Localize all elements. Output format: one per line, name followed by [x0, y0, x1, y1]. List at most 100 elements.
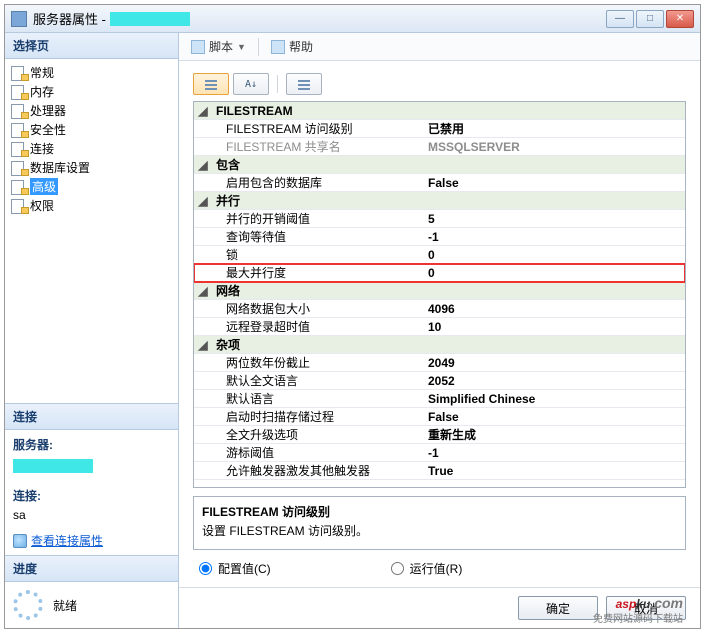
configured-value-radio[interactable]: 配置值(C): [199, 560, 271, 577]
property-key: 网络: [212, 282, 422, 299]
property-row[interactable]: 锁0: [194, 246, 685, 264]
expand-icon: ◢: [194, 194, 212, 208]
property-key: FILESTREAM 访问级别: [212, 120, 422, 137]
property-value[interactable]: False: [422, 410, 685, 424]
description-body: 设置 FILESTREAM 访问级别。: [202, 522, 677, 539]
property-value[interactable]: 2052: [422, 374, 685, 388]
property-row[interactable]: 启用包含的数据库False: [194, 174, 685, 192]
property-value[interactable]: -1: [422, 230, 685, 244]
property-category[interactable]: ◢杂项: [194, 336, 685, 354]
title-text: 服务器属性 -: [33, 9, 106, 28]
toolbar: 脚本 ▼ 帮助: [179, 33, 700, 61]
property-row[interactable]: 并行的开销阈值5: [194, 210, 685, 228]
connection-label: 连接:: [13, 487, 170, 504]
property-key: 并行: [212, 192, 422, 209]
minimize-button[interactable]: —: [606, 10, 634, 28]
page-icon: [11, 104, 27, 118]
page-icon: [11, 142, 27, 156]
property-category[interactable]: ◢并行: [194, 192, 685, 210]
property-grid[interactable]: ◢FILESTREAMFILESTREAM 访问级别已禁用FILESTREAM …: [193, 101, 686, 488]
property-value[interactable]: Simplified Chinese: [422, 392, 685, 406]
property-row[interactable]: FILESTREAM 共享名MSSQLSERVER: [194, 138, 685, 156]
property-key: 默认全文语言: [212, 372, 422, 389]
property-key: 默认语言: [212, 390, 422, 407]
property-row[interactable]: 查询等待值-1: [194, 228, 685, 246]
property-row[interactable]: 全文升级选项重新生成: [194, 426, 685, 444]
property-key: 游标阈值: [212, 444, 422, 461]
property-value[interactable]: -1: [422, 446, 685, 460]
script-button[interactable]: 脚本 ▼: [187, 36, 250, 57]
description-title: FILESTREAM 访问级别: [202, 503, 677, 520]
property-value[interactable]: 0: [422, 248, 685, 262]
sidebar-item-内存[interactable]: 内存: [7, 82, 176, 101]
property-row[interactable]: 默认语言Simplified Chinese: [194, 390, 685, 408]
progress-ring-icon: [13, 590, 43, 620]
property-row[interactable]: FILESTREAM 访问级别已禁用: [194, 120, 685, 138]
property-value[interactable]: 已禁用: [422, 120, 685, 137]
maximize-button[interactable]: □: [636, 10, 664, 28]
expand-icon: ◢: [194, 284, 212, 298]
property-value[interactable]: 4096: [422, 302, 685, 316]
property-row[interactable]: 两位数年份截止2049: [194, 354, 685, 372]
property-row[interactable]: 最大并行度0: [194, 264, 685, 282]
property-key: 杂项: [212, 336, 422, 353]
sidebar-item-连接[interactable]: 连接: [7, 139, 176, 158]
categorized-button[interactable]: [193, 73, 229, 95]
property-value[interactable]: 10: [422, 320, 685, 334]
progress-status: 就绪: [53, 597, 77, 614]
server-label: 服务器:: [13, 436, 170, 453]
categorized-icon: [205, 78, 217, 90]
expand-icon: ◢: [194, 338, 212, 352]
ok-button[interactable]: 确定: [518, 596, 598, 620]
properties-button[interactable]: [286, 73, 322, 95]
property-value[interactable]: False: [422, 176, 685, 190]
sidebar-item-权限[interactable]: 权限: [7, 196, 176, 215]
watermark-sub: 免费网站源码下载站: [593, 610, 683, 625]
property-category[interactable]: ◢网络: [194, 282, 685, 300]
property-category[interactable]: ◢包含: [194, 156, 685, 174]
sidebar-item-数据库设置[interactable]: 数据库设置: [7, 158, 176, 177]
property-row[interactable]: 网络数据包大小4096: [194, 300, 685, 318]
sidebar-item-处理器[interactable]: 处理器: [7, 101, 176, 120]
property-value[interactable]: 5: [422, 212, 685, 226]
property-row[interactable]: 远程登录超时值10: [194, 318, 685, 336]
property-value[interactable]: MSSQLSERVER: [422, 140, 685, 154]
title-redacted: XXXXXXXXX: [110, 12, 190, 26]
property-key: 启动时扫描存储过程: [212, 408, 422, 425]
view-connection-properties-link[interactable]: 查看连接属性: [31, 532, 103, 549]
page-icon: [11, 180, 27, 194]
property-category[interactable]: ◢FILESTREAM: [194, 102, 685, 120]
property-key: 最大并行度: [212, 264, 422, 281]
page-icon: [11, 85, 27, 99]
property-key: 启用包含的数据库: [212, 174, 422, 191]
property-key: FILESTREAM 共享名: [212, 138, 422, 155]
property-key: 网络数据包大小: [212, 300, 422, 317]
property-row[interactable]: 游标阈值-1: [194, 444, 685, 462]
alphabetical-button[interactable]: A↓: [233, 73, 269, 95]
property-value[interactable]: 2049: [422, 356, 685, 370]
properties-icon: [298, 78, 310, 90]
expand-icon: ◢: [194, 104, 212, 118]
property-row[interactable]: 默认全文语言2052: [194, 372, 685, 390]
chevron-down-icon: ▼: [237, 42, 246, 52]
page-icon: [11, 161, 27, 175]
connection-properties-icon: [13, 534, 27, 548]
property-row[interactable]: 启动时扫描存储过程False: [194, 408, 685, 426]
property-key: 全文升级选项: [212, 426, 422, 443]
help-button[interactable]: 帮助: [267, 36, 317, 57]
sidebar-item-常规[interactable]: 常规: [7, 63, 176, 82]
property-key: 并行的开销阈值: [212, 210, 422, 227]
sidebar-item-高级[interactable]: 高级: [7, 177, 176, 196]
az-icon: A↓: [245, 79, 257, 90]
property-value[interactable]: 重新生成: [422, 426, 685, 443]
script-icon: [191, 40, 205, 54]
property-key: 允许触发器激发其他触发器: [212, 462, 422, 479]
property-value[interactable]: True: [422, 464, 685, 478]
progress-header: 进度: [5, 556, 178, 582]
property-row[interactable]: 允许触发器激发其他触发器True: [194, 462, 685, 480]
gridbar-separator: [277, 75, 278, 93]
close-button[interactable]: ✕: [666, 10, 694, 28]
running-value-radio[interactable]: 运行值(R): [391, 560, 463, 577]
property-value[interactable]: 0: [422, 266, 685, 280]
sidebar-item-安全性[interactable]: 安全性: [7, 120, 176, 139]
